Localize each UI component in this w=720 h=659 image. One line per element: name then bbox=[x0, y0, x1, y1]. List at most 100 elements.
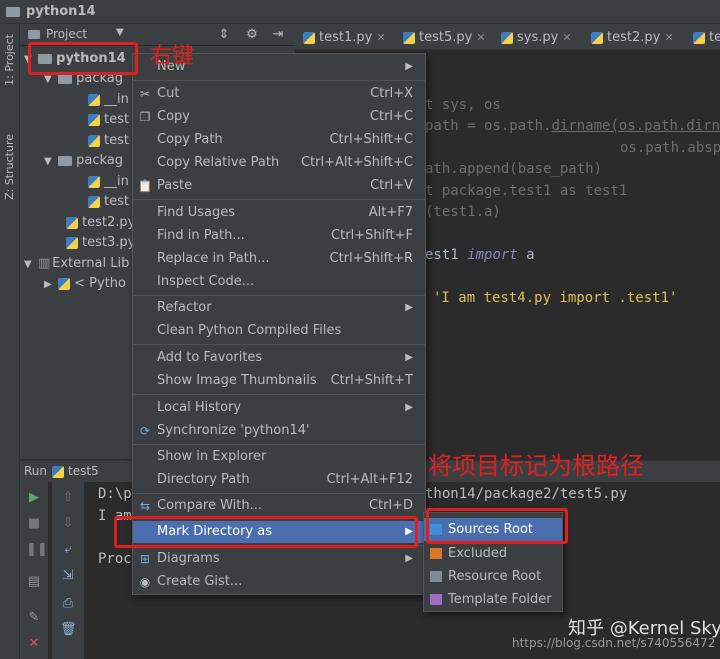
code-line: ath.append(base_path) bbox=[425, 161, 602, 177]
menu-item-show-thumbnails[interactable]: Show Image Thumbnails Ctrl+Shift+T bbox=[133, 370, 425, 392]
arrow-up-icon[interactable]: ⇧ bbox=[60, 490, 76, 506]
play-icon[interactable]: ▶ bbox=[26, 490, 42, 506]
project-view-label[interactable]: Project bbox=[46, 27, 87, 41]
submenu-item-resource-root[interactable]: Resource Root bbox=[424, 565, 562, 588]
collapse-all-icon[interactable]: ⇕ bbox=[216, 27, 232, 43]
soft-wrap-icon[interactable]: ⤶ bbox=[60, 542, 76, 558]
tree-item-package[interactable]: ▼ packag bbox=[44, 151, 123, 171]
run-label: Run bbox=[24, 464, 48, 478]
menu-item-add-to-favorites[interactable]: Add to Favorites ▶ bbox=[133, 347, 425, 369]
github-icon: ◉ bbox=[139, 575, 151, 589]
code-keyword: import bbox=[467, 247, 518, 263]
menu-item-synchronize[interactable]: ⟳ Synchronize 'python14' bbox=[133, 420, 425, 442]
annotation-box-mark-directory bbox=[114, 516, 418, 548]
menu-item-directory-path[interactable]: Directory Path Ctrl+Alt+F12 bbox=[133, 469, 425, 491]
menu-item-find-usages[interactable]: Find Usages Alt+F7 bbox=[133, 202, 425, 224]
scroll-to-end-icon[interactable]: ⇲ bbox=[60, 568, 76, 584]
structure-tool-tab[interactable]: Z: Structure bbox=[3, 134, 16, 200]
tree-item-file[interactable]: test3.py bbox=[66, 233, 135, 253]
menu-item-label: Show Image Thumbnails bbox=[157, 373, 317, 388]
tree-item-label: packag bbox=[76, 153, 124, 168]
hide-panel-icon[interactable]: ⇥ bbox=[270, 27, 286, 43]
chevron-down-icon[interactable]: ▼ bbox=[116, 27, 124, 38]
arrow-down-icon[interactable]: ⇩ bbox=[60, 516, 76, 532]
annotation-mark-root: 将项目标记为根路径 bbox=[428, 452, 644, 480]
menu-item-label: Refactor bbox=[157, 300, 212, 315]
tree-item-file[interactable]: __in bbox=[88, 172, 129, 192]
menu-item-refactor[interactable]: Refactor ▶ bbox=[133, 297, 425, 319]
menu-item-show-in-explorer[interactable]: Show in Explorer bbox=[133, 446, 425, 468]
tab-sys[interactable]: sys.py ✕ bbox=[501, 27, 572, 49]
watermark-url: https://blog.csdn.net/s740556472 bbox=[512, 636, 716, 650]
submenu-item-label: Template Folder bbox=[448, 592, 552, 607]
menu-item-find-in-path[interactable]: Find in Path... Ctrl+Shift+F bbox=[133, 225, 425, 247]
submenu-item-template-folder[interactable]: Template Folder bbox=[424, 588, 562, 611]
layout-icon[interactable]: ▤ bbox=[26, 574, 42, 590]
menu-item-paste[interactable]: 📋 Paste Ctrl+V bbox=[133, 175, 425, 197]
tree-item-label: test bbox=[104, 112, 129, 127]
console-line: D:\p bbox=[98, 486, 132, 502]
run-config-name: test5 bbox=[68, 464, 99, 478]
tree-item-file[interactable]: test bbox=[88, 192, 129, 212]
menu-item-replace-in-path[interactable]: Replace in Path... Ctrl+Shift+R bbox=[133, 248, 425, 270]
menu-item-clean-compiled[interactable]: Clean Python Compiled Files bbox=[133, 320, 425, 342]
menu-item-compare-with[interactable]: ⇆ Compare With... Ctrl+D bbox=[133, 495, 425, 517]
menu-item-cut[interactable]: ✂ Cut Ctrl+X bbox=[133, 83, 425, 105]
left-tool-strip: 1: Project Z: Structure bbox=[0, 24, 20, 659]
menu-item-shortcut: Ctrl+Alt+Shift+C bbox=[300, 155, 413, 170]
tab-test1[interactable]: test1.py ✕ bbox=[303, 27, 386, 49]
tab-test5[interactable]: test5.py ✕ bbox=[403, 27, 486, 49]
tree-item-file[interactable]: test bbox=[88, 110, 129, 130]
resource-root-folder-icon bbox=[430, 571, 442, 582]
tree-item-file[interactable]: test2.py bbox=[66, 213, 135, 233]
console-line: thon14/package2/test5.py bbox=[425, 486, 628, 502]
stop-icon[interactable]: ■ bbox=[26, 516, 42, 532]
close-icon[interactable]: ✕ bbox=[562, 31, 571, 44]
expand-arrow-icon[interactable]: ▶ bbox=[44, 275, 54, 295]
menu-item-label: Find Usages bbox=[157, 205, 236, 220]
code-line: t sys, os bbox=[425, 97, 501, 113]
annotation-right-click: 右键 bbox=[150, 44, 195, 69]
menu-item-label: Paste bbox=[157, 178, 193, 193]
menu-item-label: Local History bbox=[157, 400, 242, 415]
pause-icon[interactable]: ❚❚ bbox=[26, 542, 48, 558]
tree-item-python-sdk[interactable]: ▶ < Pytho bbox=[44, 274, 126, 294]
cut-icon: ✂ bbox=[139, 87, 151, 101]
menu-item-copy-relative-path[interactable]: Copy Relative Path Ctrl+Alt+Shift+C bbox=[133, 152, 425, 174]
close-icon[interactable]: ✕ bbox=[376, 31, 385, 44]
print-icon[interactable]: ⎙ bbox=[60, 596, 76, 612]
pin-icon[interactable]: ✎ bbox=[26, 610, 42, 626]
menu-item-shortcut: Ctrl+Shift+F bbox=[331, 228, 413, 243]
menu-separator bbox=[133, 199, 425, 200]
trash-icon[interactable]: 🗑 bbox=[60, 622, 77, 638]
tab-test2[interactable]: test2.py ✕ bbox=[591, 27, 674, 49]
code-text: dirname(os.path.dirn bbox=[551, 118, 720, 134]
menu-item-copy-path[interactable]: Copy Path Ctrl+Shift+C bbox=[133, 129, 425, 151]
menu-item-copy[interactable]: ❐ Copy Ctrl+C bbox=[133, 106, 425, 128]
tree-item-file[interactable]: __in bbox=[88, 90, 129, 110]
submenu-item-excluded[interactable]: Excluded bbox=[424, 542, 562, 565]
menu-item-inspect-code[interactable]: Inspect Code... bbox=[133, 271, 425, 293]
menu-item-shortcut: Ctrl+Shift+R bbox=[329, 251, 414, 266]
menu-item-shortcut: Ctrl+X bbox=[370, 86, 413, 101]
tab-te[interactable]: te bbox=[693, 27, 720, 49]
close-icon[interactable]: ✕ bbox=[476, 31, 485, 44]
menu-item-diagrams[interactable]: ⊞ Diagrams ▶ bbox=[133, 548, 425, 570]
close-icon[interactable]: ✕ bbox=[664, 31, 673, 44]
tree-item-file[interactable]: test bbox=[88, 131, 129, 151]
menu-item-local-history[interactable]: Local History ▶ bbox=[133, 397, 425, 419]
close-icon[interactable]: ✕ bbox=[26, 636, 42, 652]
library-icon: ▥ bbox=[38, 256, 51, 271]
tree-item-external-libraries[interactable]: ▼ ▥ External Lib bbox=[24, 254, 129, 274]
paste-icon: 📋 bbox=[137, 179, 153, 193]
menu-item-shortcut: Ctrl+Shift+T bbox=[330, 373, 413, 388]
code-line: t package.test1 as test1 bbox=[425, 183, 627, 199]
annotation-box-project bbox=[28, 42, 138, 75]
project-tool-tab[interactable]: 1: Project bbox=[3, 34, 16, 86]
collapse-arrow-icon[interactable]: ▼ bbox=[44, 152, 54, 172]
annotation-box-sources-root bbox=[426, 508, 568, 544]
collapse-arrow-icon[interactable]: ▼ bbox=[24, 255, 34, 275]
menu-item-create-gist[interactable]: ◉ Create Gist... bbox=[133, 571, 425, 593]
menu-item-label: Show in Explorer bbox=[157, 449, 267, 464]
gear-icon[interactable]: ⚙ bbox=[244, 27, 260, 43]
